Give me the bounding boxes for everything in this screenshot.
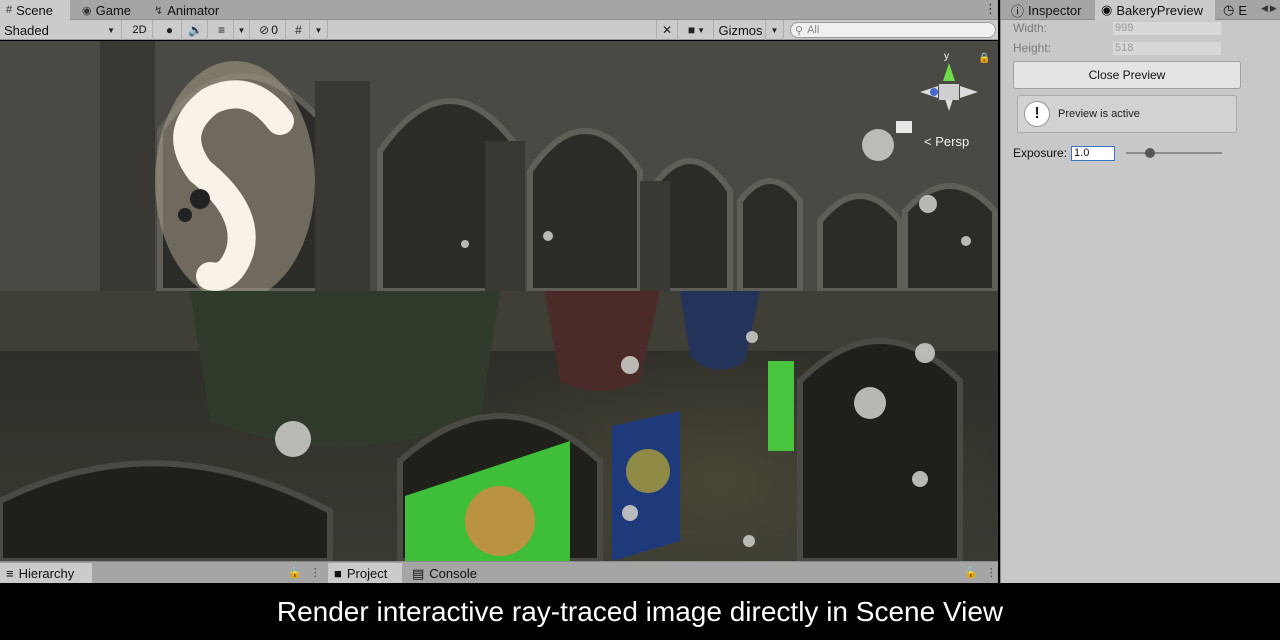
exposure-label: Exposure: [1013, 146, 1068, 160]
tab-scene[interactable]: # Scene [0, 0, 70, 20]
info-icon: ⓘ [1011, 3, 1025, 19]
tab-extra[interactable]: ◷ E [1217, 0, 1259, 20]
tools-button[interactable]: ✕ [656, 20, 678, 40]
chevron-down-icon: ▼ [697, 25, 706, 35]
speaker-icon: 🔊 [188, 23, 203, 37]
tab-scroll-arrows-icon[interactable]: ◀▶ [1261, 3, 1279, 14]
tab-bakery-preview[interactable]: ◉ BakeryPreview [1095, 0, 1215, 20]
preview-icon: ◉ [1101, 2, 1113, 17]
scene-tab-bar: # Scene ◉ Game ↯ Animator ⋮ [0, 0, 998, 20]
folder-icon: ■ [334, 566, 342, 581]
video-caption: Render interactive ray-traced image dire… [0, 583, 1280, 640]
hidden-count: 0 [271, 23, 278, 37]
exposure-slider[interactable] [1126, 152, 1222, 154]
lock-icon[interactable]: 🔒 [288, 566, 302, 579]
projection-toggle[interactable]: < Persp [924, 134, 969, 149]
height-label: Height: [1013, 41, 1052, 55]
layers-icon: ≡ [217, 23, 225, 37]
lock-icon[interactable]: 🔒 [964, 566, 978, 579]
tab-console[interactable]: ▤ Console [406, 563, 480, 584]
tab-hierarchy-label: Hierarchy [18, 566, 75, 581]
gizmo-y-axis-label: y [944, 51, 949, 62]
tab-inspector[interactable]: ⓘ Inspector [1005, 0, 1095, 20]
effects-dropdown[interactable]: ▼ [234, 20, 250, 40]
console-icon: ▤ [412, 565, 425, 581]
kebab-menu-icon[interactable]: ⋮ [986, 566, 997, 579]
gizmos-label: Gizmos [718, 22, 763, 38]
tab-bakery-preview-label: BakeryPreview [1116, 2, 1204, 18]
scene-viewport[interactable]: y 🔒 < Persp [0, 41, 998, 561]
exposure-slider-thumb[interactable] [1145, 148, 1155, 158]
grid-icon: # [295, 23, 302, 37]
list-icon: ≡ [6, 566, 14, 581]
help-box: ! Preview is active [1017, 95, 1237, 133]
kebab-menu-icon[interactable]: ⋮ [310, 566, 321, 579]
tab-inspector-label: Inspector [1028, 2, 1082, 18]
exposure-input[interactable]: 1.0 [1071, 145, 1116, 161]
inspector-tab-bar: ⓘ Inspector ◉ BakeryPreview ◷ E ◀▶ [1001, 0, 1280, 20]
wrench-icon: ✕ [661, 23, 673, 37]
height-value: 518 [1113, 41, 1221, 55]
gizmos-button[interactable]: Gizmos [716, 20, 766, 40]
camera-dropdown[interactable]: ■ ▼ [680, 20, 714, 40]
projection-label: Persp [935, 134, 970, 149]
width-label: Width: [1013, 21, 1048, 35]
grid-icon: # [6, 4, 13, 16]
bakery-preview-panel: ⓘ Inspector ◉ BakeryPreview ◷ E ◀▶ Width… [1000, 0, 1280, 583]
tab-scene-label: Scene [16, 2, 53, 18]
arrow-left-icon: < [924, 134, 932, 149]
toggle-2d-label: 2D [132, 24, 147, 36]
help-text: Preview is active [1058, 108, 1140, 120]
chevron-down-icon: ▼ [107, 25, 115, 35]
clock-icon: ◷ [1223, 2, 1235, 17]
warning-icon: ! [1024, 101, 1050, 127]
camera-icon: ■ [687, 23, 696, 37]
tab-game-label: Game [95, 2, 132, 18]
tab-project[interactable]: ■ Project [328, 563, 402, 584]
grid-toggle-button[interactable]: # [288, 20, 310, 40]
exposure-field: Exposure: 1.0 [1013, 145, 1116, 161]
tab-console-label: Console [429, 566, 477, 581]
draw-mode-label: Shaded [4, 22, 49, 38]
scene-search-input[interactable]: ⚲ All [790, 22, 996, 38]
tab-animator[interactable]: ↯ Animator [148, 0, 238, 20]
close-preview-button[interactable]: Close Preview [1013, 61, 1241, 89]
audio-toggle-button[interactable]: 🔊 [184, 20, 208, 40]
height-field: Height: 518 [1013, 41, 1221, 55]
effects-toggle-button[interactable]: ≡ [210, 20, 234, 40]
width-value: 999 [1113, 21, 1221, 35]
tab-hierarchy[interactable]: ≡ Hierarchy [0, 563, 92, 584]
tab-project-label: Project [346, 566, 388, 581]
bottom-tab-bar: ≡ Hierarchy 🔒 ⋮ ■ Project ▤ Console 🔒 ⋮ [0, 561, 998, 584]
chevron-down-icon: ▼ [314, 25, 323, 35]
tab-animator-label: Animator [167, 2, 220, 18]
toggle-2d-button[interactable]: 2D [127, 20, 153, 40]
lock-icon[interactable]: 🔒 [978, 53, 990, 64]
search-placeholder: All [807, 24, 820, 36]
chevron-down-icon: ▼ [770, 25, 779, 35]
search-icon: ⚲ [795, 24, 804, 37]
lighting-toggle-button[interactable]: ● [158, 20, 182, 40]
chevron-down-icon: ▼ [237, 25, 246, 35]
scene-menu-icon[interactable]: ⋮ [984, 1, 997, 17]
tab-extra-label: E [1238, 2, 1248, 18]
gamepad-icon: ◉ [82, 4, 92, 17]
scene-visibility-toggle[interactable]: ⊘ 0 [252, 20, 286, 40]
draw-mode-dropdown[interactable]: Shaded ▼ [0, 20, 122, 40]
eye-slash-icon: ⊘ [259, 23, 270, 37]
gizmos-dropdown[interactable]: ▼ [766, 20, 784, 40]
tab-game[interactable]: ◉ Game [76, 0, 148, 20]
lightbulb-icon: ● [165, 23, 174, 37]
rendered-scene-image [0, 41, 998, 561]
width-field: Width: 999 [1013, 21, 1221, 35]
animator-icon: ↯ [154, 4, 164, 17]
grid-dropdown[interactable]: ▼ [310, 20, 328, 40]
